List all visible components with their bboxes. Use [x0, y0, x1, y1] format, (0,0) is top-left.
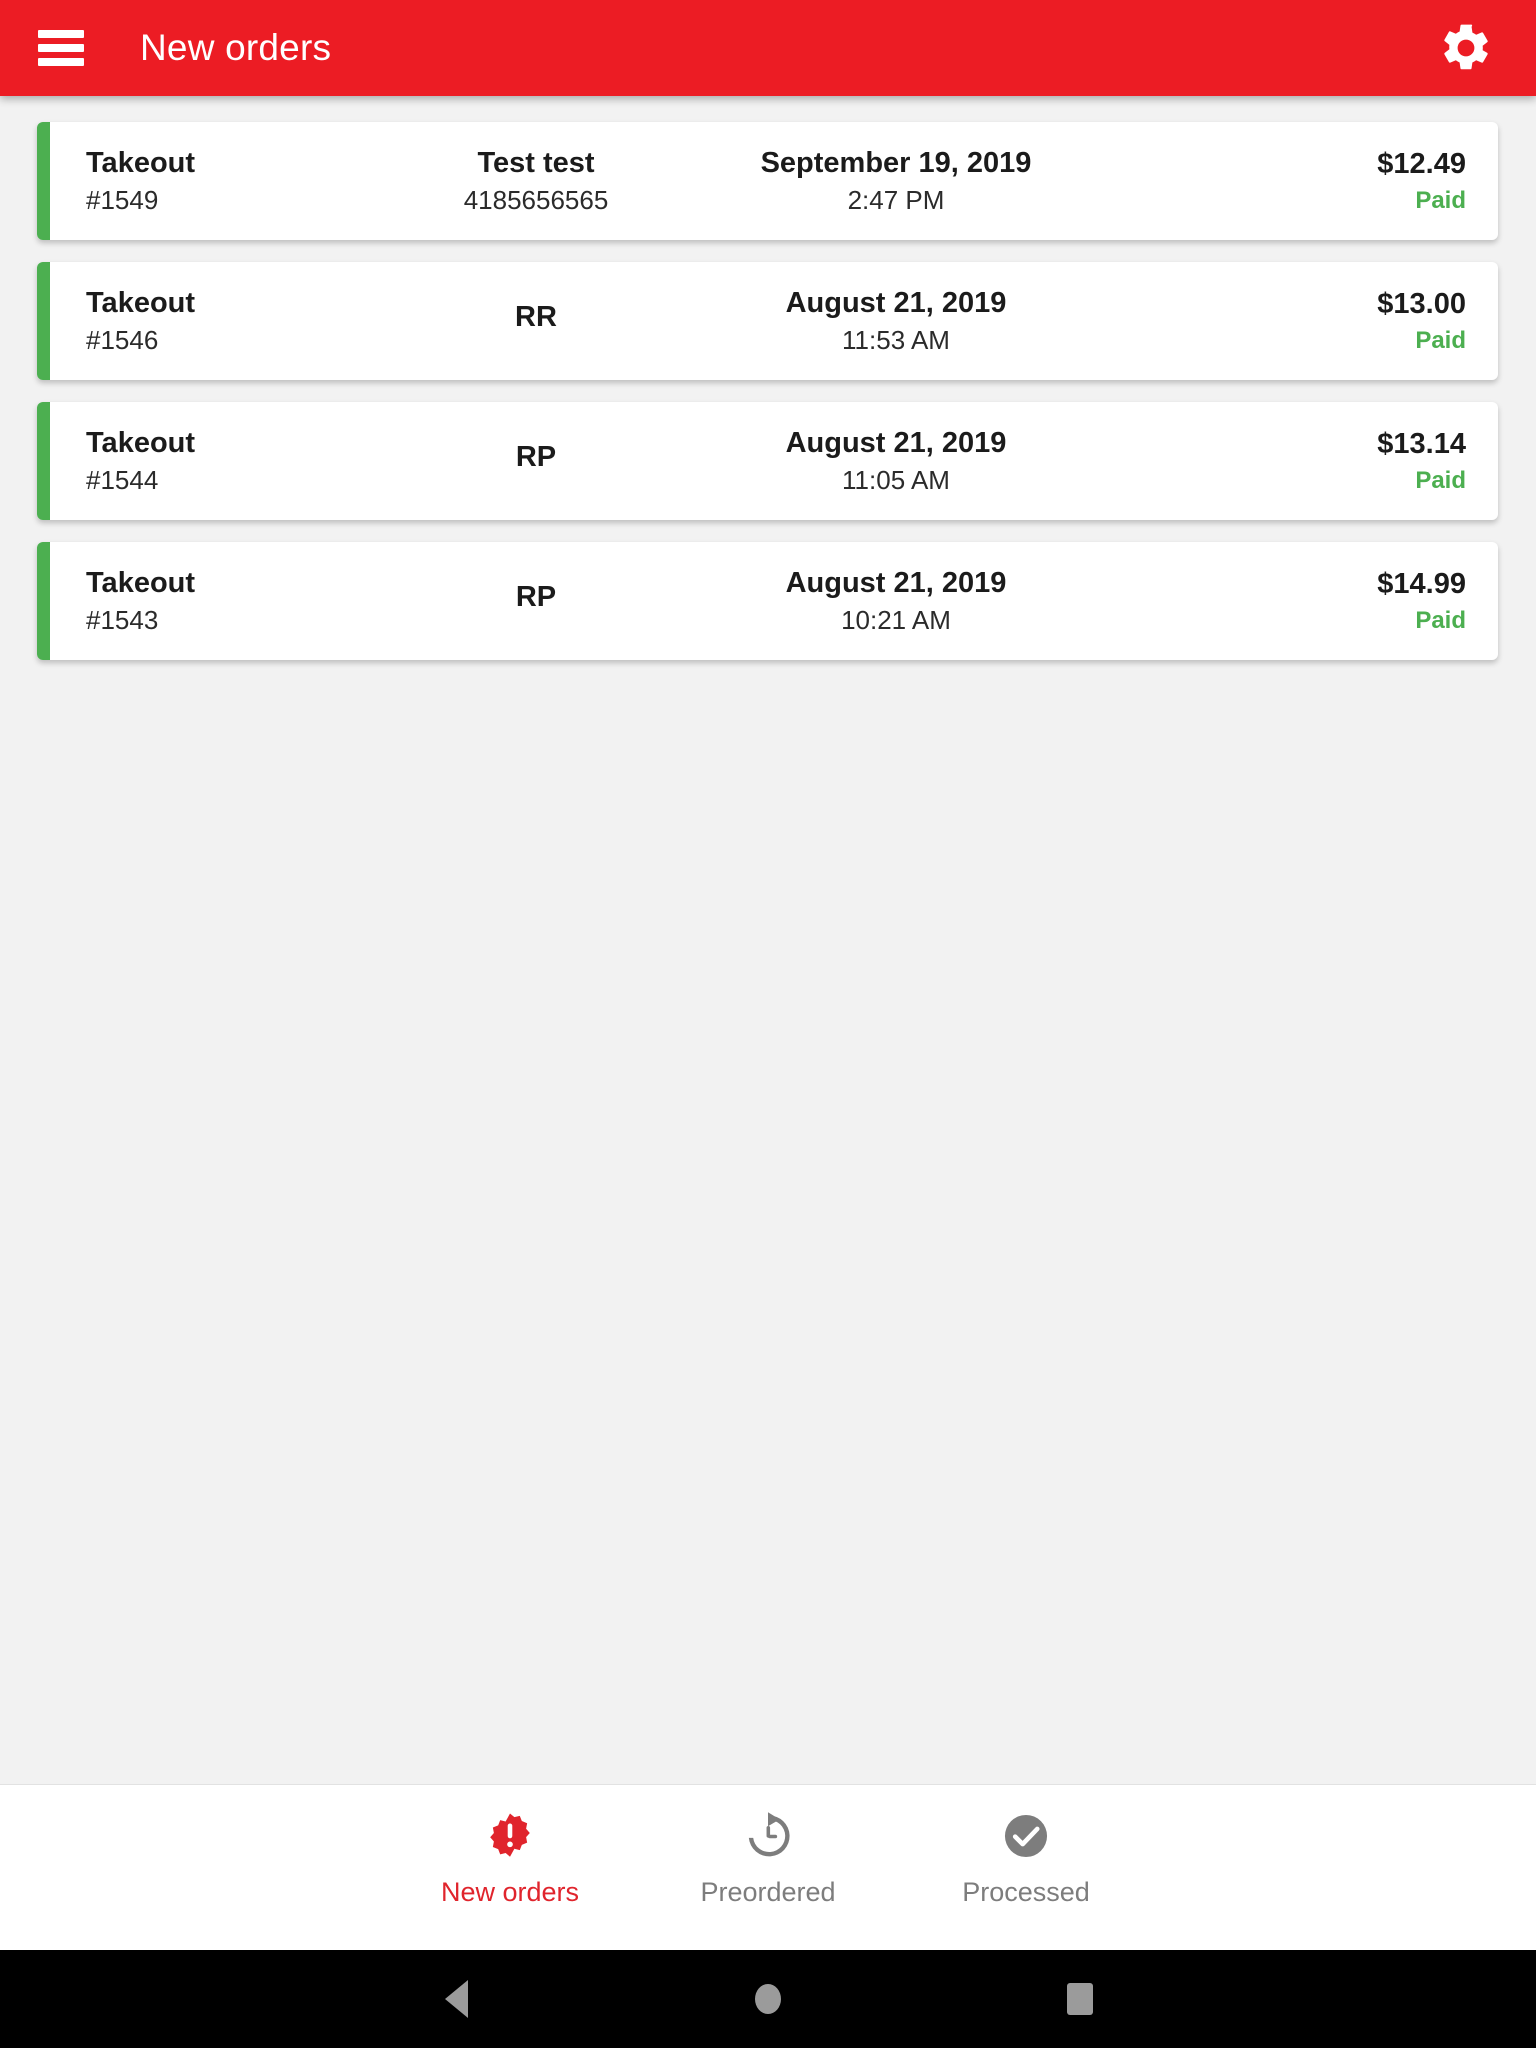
recents-square-icon	[1067, 1983, 1093, 2015]
tab-icon-wrapper	[743, 1809, 793, 1863]
order-time: 11:05 AM	[842, 464, 950, 495]
order-status-badge: Paid	[1415, 326, 1466, 354]
order-status-badge: Paid	[1415, 466, 1466, 494]
order-type: Takeout	[86, 567, 196, 600]
order-status-badge: Paid	[1415, 186, 1466, 214]
order-amount: $13.00	[1377, 288, 1466, 321]
tab-icon-wrapper	[1001, 1809, 1051, 1863]
order-number: #1546	[86, 324, 159, 355]
order-card[interactable]: Takeout #1546 RR August 21, 2019 11:53 A…	[37, 262, 1498, 380]
order-time: 10:21 AM	[841, 604, 951, 635]
order-card-body: Takeout #1544 RP August 21, 2019 11:05 A…	[50, 402, 1498, 520]
alert-badge-icon	[490, 1813, 530, 1857]
order-amount: $14.99	[1377, 568, 1466, 601]
tab-icon-wrapper	[485, 1809, 535, 1863]
tab-preordered[interactable]: Preordered	[639, 1809, 897, 1908]
order-customer-name: RR	[515, 300, 557, 333]
tab-processed[interactable]: Processed	[897, 1809, 1155, 1908]
order-status-accent-bar	[37, 122, 50, 240]
order-date-column: August 21, 2019 11:53 AM	[686, 288, 1106, 354]
order-number: #1549	[86, 184, 159, 215]
bottom-tab-bar: New orders Preordered Processed	[0, 1784, 1536, 1950]
order-date: August 21, 2019	[785, 427, 1007, 460]
order-date-column: September 19, 2019 2:47 PM	[686, 148, 1106, 214]
order-customer-column: RP	[386, 580, 686, 620]
clock-restore-icon	[748, 1812, 790, 1857]
order-status-accent-bar	[37, 262, 50, 380]
order-time: 2:47 PM	[847, 184, 945, 215]
order-date: September 19, 2019	[760, 147, 1032, 180]
back-triangle-icon	[444, 1980, 468, 2018]
orders-list: Takeout #1549 Test test 4185656565 Septe…	[0, 96, 1536, 1784]
order-amount-column: $13.14 Paid	[1106, 429, 1466, 493]
order-time: 11:53 AM	[842, 324, 950, 355]
order-date: August 21, 2019	[785, 567, 1007, 600]
order-date-column: August 21, 2019 11:05 AM	[686, 428, 1106, 494]
tab-label: New orders	[440, 1877, 580, 1907]
order-card[interactable]: Takeout #1544 RP August 21, 2019 11:05 A…	[37, 402, 1498, 520]
order-date: August 21, 2019	[785, 287, 1007, 320]
order-customer-name: Test test	[477, 147, 595, 180]
order-status-badge: Paid	[1415, 606, 1466, 634]
recents-button[interactable]	[1050, 1969, 1110, 2029]
order-type: Takeout	[86, 287, 196, 320]
home-button[interactable]	[738, 1969, 798, 2029]
order-amount: $13.14	[1377, 428, 1466, 461]
settings-button[interactable]	[1418, 0, 1514, 96]
android-system-nav	[0, 1950, 1536, 2048]
order-amount-column: $13.00 Paid	[1106, 289, 1466, 353]
order-customer-column: RR	[386, 300, 686, 340]
order-card[interactable]: Takeout #1549 Test test 4185656565 Septe…	[37, 122, 1498, 240]
app-screen: New orders Takeout #1549 Test test 41856…	[0, 0, 1536, 2048]
gear-icon	[1444, 24, 1488, 70]
order-card[interactable]: Takeout #1543 RP August 21, 2019 10:21 A…	[37, 542, 1498, 660]
home-circle-icon	[755, 1984, 781, 2014]
order-customer-column: Test test 4185656565	[386, 148, 686, 214]
order-type-column: Takeout #1544	[50, 428, 386, 494]
tab-label: Preordered	[700, 1877, 836, 1907]
order-type: Takeout	[86, 147, 196, 180]
order-amount-column: $14.99 Paid	[1106, 569, 1466, 633]
order-type-column: Takeout #1543	[50, 568, 386, 634]
order-type: Takeout	[86, 427, 196, 460]
order-number: #1544	[86, 464, 159, 495]
order-customer-phone: 4185656565	[463, 184, 609, 215]
order-amount: $12.49	[1377, 148, 1466, 181]
order-customer-column: RP	[386, 440, 686, 480]
check-circle-icon	[1004, 1814, 1048, 1858]
tab-label: Processed	[962, 1877, 1090, 1907]
order-status-accent-bar	[37, 402, 50, 520]
hamburger-bar	[38, 44, 84, 52]
order-amount-column: $12.49 Paid	[1106, 149, 1466, 213]
order-status-accent-bar	[37, 542, 50, 660]
hamburger-bar	[38, 30, 84, 38]
page-title: New orders	[140, 27, 332, 68]
order-date-column: August 21, 2019 10:21 AM	[686, 568, 1106, 634]
tab-new-orders[interactable]: New orders	[381, 1809, 639, 1908]
order-card-body: Takeout #1549 Test test 4185656565 Septe…	[50, 122, 1498, 240]
order-number: #1543	[86, 604, 159, 635]
app-bar: New orders	[0, 0, 1536, 96]
hamburger-bar	[38, 58, 84, 66]
back-button[interactable]	[426, 1969, 486, 2029]
order-card-body: Takeout #1546 RR August 21, 2019 11:53 A…	[50, 262, 1498, 380]
order-customer-name: RP	[515, 440, 557, 473]
order-card-body: Takeout #1543 RP August 21, 2019 10:21 A…	[50, 542, 1498, 660]
order-type-column: Takeout #1549	[50, 148, 386, 214]
hamburger-menu-icon[interactable]	[38, 30, 84, 66]
order-customer-name: RP	[515, 580, 557, 613]
order-type-column: Takeout #1546	[50, 288, 386, 354]
